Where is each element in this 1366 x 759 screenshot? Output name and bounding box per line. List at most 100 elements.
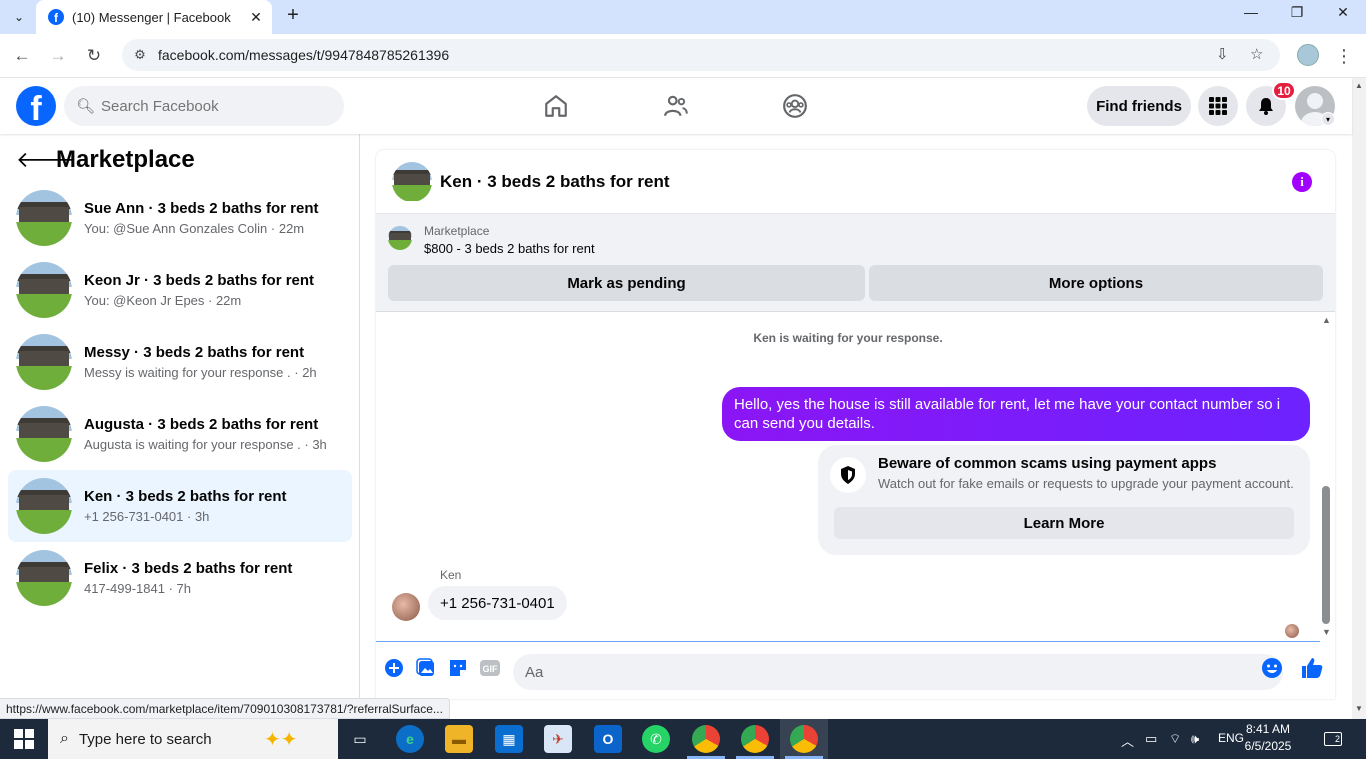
home-icon[interactable] <box>540 90 572 122</box>
info-icon[interactable]: i <box>1292 172 1312 192</box>
windows-start-icon[interactable] <box>14 729 34 749</box>
learn-more-button[interactable]: Learn More <box>834 507 1294 539</box>
task-view-icon[interactable]: ▭ <box>346 725 374 753</box>
find-friends-button[interactable]: Find friends <box>1087 86 1191 126</box>
scroll-up-icon[interactable]: ▲ <box>1322 315 1331 325</box>
listing-thumbnail <box>16 478 72 534</box>
back-icon[interactable]: ← <box>8 42 36 70</box>
conversation-subtitle: Messy is waiting for your response . · 2… <box>84 365 317 380</box>
battery-icon[interactable]: ▭ <box>1145 731 1157 747</box>
chat-header: Ken · 3 beds 2 baths for rent i <box>376 150 1335 214</box>
page-scroll-down-icon[interactable]: ▼ <box>1355 704 1363 713</box>
minimize-icon[interactable]: — <box>1228 0 1274 24</box>
conversation-item[interactable]: Messy · 3 beds 2 baths for rent Messy is… <box>8 326 352 398</box>
chevron-down-icon[interactable]: ▾ <box>1321 112 1335 126</box>
store-icon[interactable]: ▦ <box>495 725 523 753</box>
read-receipt-avatar <box>1285 624 1299 638</box>
search-input[interactable] <box>101 97 322 115</box>
conversation-subtitle: You: @Keon Jr Epes · 22m <box>84 293 242 308</box>
volume-icon[interactable]: 🕪︎ <box>1191 731 1199 747</box>
friends-icon[interactable] <box>660 90 692 122</box>
whatsapp-icon[interactable]: ✆ <box>642 725 670 753</box>
menu-grid-icon[interactable] <box>1198 86 1238 126</box>
page-title: Marketplace <box>56 146 195 173</box>
facebook-logo-icon[interactable]: f <box>16 86 56 126</box>
restore-icon[interactable]: ❐ <box>1274 0 1320 24</box>
conversation-title: Ken · 3 beds 2 baths for rent <box>84 488 287 505</box>
listing-thumbnail <box>16 334 72 390</box>
tray-overflow-icon[interactable]: ︿ <box>1121 731 1134 750</box>
message-thread[interactable]: Ken is waiting for your response. Hello,… <box>376 312 1335 641</box>
chrome-icon[interactable] <box>692 725 720 753</box>
sender-avatar[interactable] <box>392 593 420 621</box>
site-info-icon[interactable]: ⚙ <box>130 47 150 63</box>
photo-app-icon[interactable]: ✈ <box>544 725 572 753</box>
clock-time: 8:41 AM <box>1245 722 1291 736</box>
gif-icon[interactable]: GIF <box>478 656 502 680</box>
like-thumbs-up-icon[interactable] <box>1300 656 1324 680</box>
taskbar-clock[interactable]: 8:41 AM 6/5/2025 <box>1226 721 1310 755</box>
listing-small-thumbnail[interactable] <box>388 226 412 250</box>
outgoing-message[interactable]: Hello, yes the house is still available … <box>722 387 1310 441</box>
notification-center-icon[interactable]: 2 <box>1322 729 1344 749</box>
groups-icon[interactable] <box>779 90 811 122</box>
emoji-icon[interactable] <box>1260 656 1284 680</box>
more-options-button[interactable]: More options <box>869 265 1323 301</box>
message-input-box[interactable] <box>513 654 1283 690</box>
marketplace-header: 🡐 Marketplace <box>16 146 195 174</box>
mark-as-pending-button[interactable]: Mark as pending <box>388 265 865 301</box>
conversation-item-active[interactable]: Ken · 3 beds 2 baths for rent +1 256-731… <box>8 470 352 542</box>
chrome-icon-2[interactable] <box>741 725 769 753</box>
marketplace-listing-banner: Marketplace $800 - 3 beds 2 baths for re… <box>376 214 1335 312</box>
marketplace-label: Marketplace <box>424 224 490 238</box>
conversation-item[interactable]: Sue Ann · 3 beds 2 baths for rent You: @… <box>8 182 352 254</box>
chrome-menu-icon[interactable]: ⋮ <box>1334 42 1354 70</box>
tab-search-icon[interactable]: ⌄ <box>6 5 32 29</box>
edge-icon[interactable]: e <box>396 725 424 753</box>
chat-listing-thumbnail[interactable] <box>392 161 432 202</box>
message-input[interactable] <box>525 663 1225 681</box>
browser-toolbar: ← → ↻ ⚙ facebook.com/messages/t/99478487… <box>0 34 1366 78</box>
listing-price-title[interactable]: $800 - 3 beds 2 baths for rent <box>424 241 595 256</box>
scrollbar-thumb[interactable] <box>1322 486 1330 624</box>
facebook-search[interactable]: 🔍︎ <box>64 86 344 126</box>
outlook-icon[interactable]: O <box>594 725 622 753</box>
taskbar-search[interactable]: ⌕ Type here to search ✦✦ <box>48 719 338 759</box>
conversation-item[interactable]: Keon Jr · 3 beds 2 baths for rent You: @… <box>8 254 352 326</box>
back-arrow-icon[interactable]: 🡐 <box>16 147 75 173</box>
browser-tab[interactable]: f (10) Messenger | Facebook ✕ <box>36 0 272 34</box>
page-scrollbar[interactable]: ▲ ▼ <box>1352 78 1366 719</box>
file-explorer-icon[interactable]: ▬ <box>445 725 473 753</box>
status-bar-url: https://www.facebook.com/marketplace/ite… <box>0 698 450 719</box>
chrome-profile-avatar[interactable] <box>1297 44 1319 66</box>
chrome-icon-3[interactable] <box>790 725 818 753</box>
conversation-item[interactable]: Felix · 3 beds 2 baths for rent 417-499-… <box>8 542 352 614</box>
listing-thumbnail <box>16 262 72 318</box>
reload-icon[interactable]: ↻ <box>80 42 108 70</box>
page-scroll-up-icon[interactable]: ▲ <box>1355 81 1363 90</box>
address-bar[interactable]: ⚙ facebook.com/messages/t/99478487852613… <box>122 39 1280 71</box>
chat-title[interactable]: Ken · 3 beds 2 baths for rent <box>440 172 670 192</box>
scam-warning-title: Beware of common scams using payment app… <box>878 455 1217 472</box>
facebook-header: f 🔍︎ Find friends 10 ▾ <box>0 78 1352 134</box>
conversation-title: Augusta · 3 beds 2 baths for rent <box>84 416 319 433</box>
conversation-subtitle: 417-499-1841 · 7h <box>84 581 191 596</box>
notification-badge: 10 <box>1272 81 1296 100</box>
sticker-icon[interactable] <box>446 656 470 680</box>
sender-name: Ken <box>440 568 462 582</box>
system-note: Ken is waiting for your response. <box>753 331 943 345</box>
incoming-message[interactable]: +1 256-731-0401 <box>428 586 567 620</box>
close-tab-icon[interactable]: ✕ <box>246 7 266 27</box>
new-tab-icon[interactable]: + <box>280 2 306 28</box>
wifi-icon[interactable]: ⌔ <box>1169 731 1181 747</box>
plus-circle-icon[interactable] <box>382 656 406 680</box>
chat-window: Ken · 3 beds 2 baths for rent i Marketpl… <box>376 150 1335 699</box>
install-app-icon[interactable]: ⇩ <box>1216 45 1229 63</box>
bookmark-star-icon[interactable]: ☆ <box>1250 45 1263 63</box>
close-window-icon[interactable]: ✕ <box>1320 0 1366 24</box>
conversation-item[interactable]: Augusta · 3 beds 2 baths for rent August… <box>8 398 352 470</box>
scroll-down-icon[interactable]: ▼ <box>1322 627 1331 637</box>
photo-icon[interactable] <box>414 656 438 680</box>
forward-icon[interactable]: → <box>44 42 72 70</box>
url-text[interactable]: facebook.com/messages/t/9947848785261396 <box>158 47 449 63</box>
